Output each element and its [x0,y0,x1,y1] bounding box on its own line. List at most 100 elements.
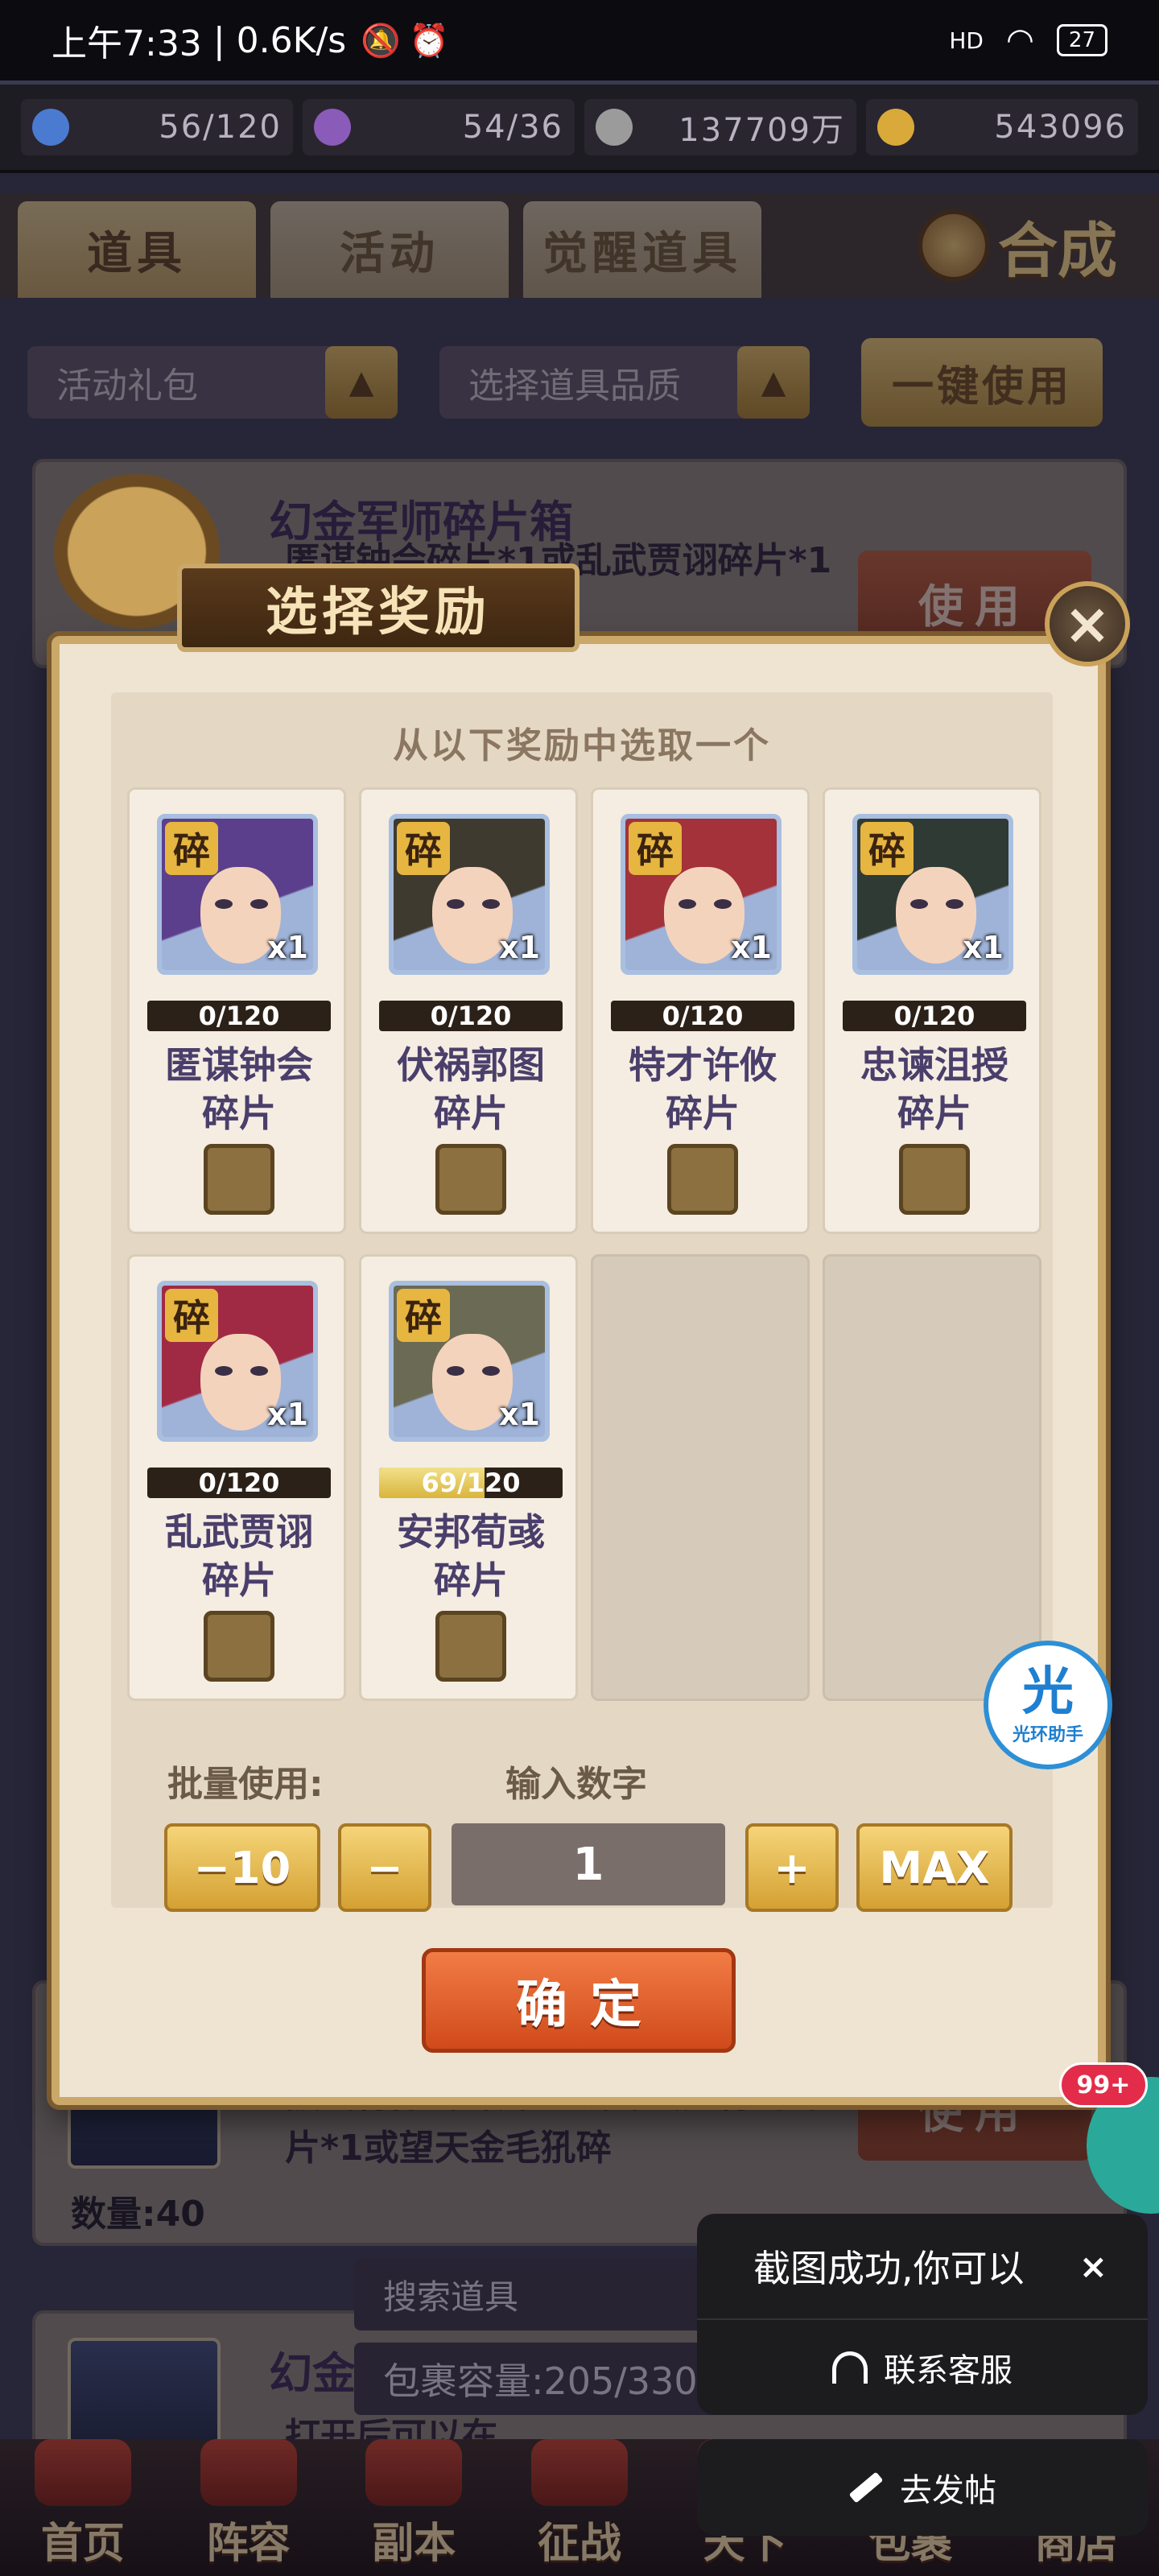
portrait-eye [714,899,732,909]
reward-panel: 从以下奖励中选取一个 碎 x1 0/120 匿谋钟会 碎片 碎 x1 0/120… [111,692,1053,1912]
hero-fragment-name: 特才许攸 碎片 [593,1041,812,1137]
batch-use-label: 批量使用: [167,1764,324,1805]
reward-prompt: 从以下奖励中选取一个 [393,725,771,766]
reward-card[interactable]: 碎 x1 0/120 匿谋钟会 碎片 [127,787,346,1234]
select-checkbox[interactable] [899,1144,970,1215]
empty-slot [823,1254,1041,1701]
hero-portrait: 碎 x1 [852,814,1013,975]
reward-select-dialog: 从以下奖励中选取一个 碎 x1 0/120 匿谋钟会 碎片 碎 x1 0/120… [52,636,1106,2105]
progress-text: 0/120 [430,1001,512,1031]
hero-name: 匿谋钟会 [165,1043,313,1087]
portrait-eye [215,1366,233,1376]
input-number-label: 输入数字 [505,1764,647,1805]
collection-progress: 0/120 [147,1001,331,1031]
battery-icon: 27 [1056,24,1107,56]
portrait-eye [215,899,233,909]
fragment-quantity: x1 [499,930,540,965]
toast-message: 截图成功,你可以 [753,2247,1025,2290]
collection-progress: 0/120 [611,1001,794,1031]
fragment-suffix: 碎片 [202,1092,276,1135]
collection-progress: 0/120 [843,1001,1026,1031]
hero-portrait: 碎 x1 [389,814,550,975]
dialog-title: 选择奖励 [177,564,580,652]
fragment-quantity: x1 [267,1397,308,1432]
fragment-suffix: 碎片 [666,1092,740,1135]
status-separator: | [212,19,225,61]
alarm-icon: ⏰ [409,22,449,60]
portrait-eye [946,899,963,909]
reward-card[interactable]: 碎 x1 0/120 乱武贾诩 碎片 [127,1254,346,1701]
status-bar: 上午7:33 | 0.6K/s 🔕 ⏰ HD ◠ 27 [0,0,1159,80]
reward-card[interactable]: 碎 x1 0/120 伏祸郭图 碎片 [359,787,578,1234]
portrait-eye [482,1366,500,1376]
progress-text: 0/120 [198,1468,280,1498]
halo-assistant-label: 光环助手 [1012,1725,1083,1745]
confirm-button[interactable]: 确定 [422,1948,736,2053]
resource-coin[interactable]: 137709万 [584,99,856,155]
select-checkbox[interactable] [435,1611,506,1682]
halo-assistant-button[interactable]: 光 光环助手 [984,1641,1112,1769]
notification-badge: 99+ [1059,2062,1148,2107]
minus-button[interactable]: − [338,1823,431,1912]
select-checkbox[interactable] [204,1611,274,1682]
hero-name: 特才许攸 [629,1043,777,1087]
progress-text: 0/120 [198,1001,280,1031]
resource-energy[interactable]: 54/36 [303,99,575,155]
collection-progress: 0/120 [147,1468,331,1498]
contact-support-label: 联系客服 [884,2352,1013,2389]
hero-portrait: 碎 x1 [157,1281,318,1442]
fragment-suffix: 碎片 [434,1558,508,1602]
portrait-eye [910,899,928,909]
close-icon[interactable]: × [1079,2247,1107,2286]
collection-progress: 69/120 [379,1468,563,1498]
headset-icon [832,2351,868,2384]
toast-message-row: 截图成功,你可以 × [697,2214,1148,2318]
portrait-eye [482,899,500,909]
hero-name: 伏祸郭图 [397,1043,545,1087]
fragment-badge: 碎 [629,822,682,875]
max-button[interactable]: MAX [856,1823,1013,1912]
pencil-icon [848,2471,884,2504]
reward-card[interactable]: 碎 x1 0/120 忠谏沮授 碎片 [823,787,1041,1234]
halo-assistant-icon: 光 [1022,1662,1074,1722]
select-checkbox[interactable] [435,1144,506,1215]
reward-card[interactable]: 碎 x1 0/120 特才许攸 碎片 [591,787,810,1234]
hero-name: 安邦荀彧 [397,1510,545,1554]
hero-fragment-name: 伏祸郭图 碎片 [361,1041,580,1137]
hero-portrait: 碎 x1 [157,814,318,975]
hero-fragment-name: 乱武贾诩 碎片 [130,1508,349,1604]
hero-fragment-name: 忠谏沮授 碎片 [825,1041,1044,1137]
portrait-eye [447,1366,464,1376]
fragment-badge: 碎 [165,822,218,875]
plus-button[interactable]: + [745,1823,839,1912]
empty-slot [591,1254,810,1701]
resource-stamina[interactable]: 56/120 [21,99,293,155]
progress-text: 69/120 [421,1468,521,1498]
fragment-suffix: 碎片 [434,1092,508,1135]
resource-bar: 56/120 54/36 137709万 543096 [0,85,1159,173]
fragment-badge: 碎 [397,1289,450,1342]
fragment-quantity: x1 [499,1397,540,1432]
collection-progress: 0/120 [379,1001,563,1031]
minus-ten-button[interactable]: −10 [164,1823,320,1912]
hero-fragment-name: 匿谋钟会 碎片 [130,1041,349,1137]
fragment-quantity: x1 [267,930,308,965]
post-label: 去发帖 [900,2472,996,2509]
hero-fragment-name: 安邦荀彧 碎片 [361,1508,580,1604]
resource-gold[interactable]: 543096 [866,99,1138,155]
quantity-input[interactable]: 1 [452,1823,725,1905]
status-time: 上午7:33 [52,23,202,64]
reward-card[interactable]: 碎 x1 69/120 安邦荀彧 碎片 [359,1254,578,1701]
energy-value: 54/36 [462,109,563,146]
post-button[interactable]: 去发帖 [697,2439,1148,2536]
select-checkbox[interactable] [204,1144,274,1215]
gold-value: 543096 [994,109,1127,146]
stamina-value: 56/120 [159,109,282,146]
network-speed: 0.6K/s [236,19,347,61]
fragment-badge: 碎 [397,822,450,875]
contact-support-button[interactable]: 联系客服 [697,2318,1148,2415]
fragment-suffix: 碎片 [897,1092,971,1135]
close-icon[interactable]: × [1045,581,1130,667]
mute-icon: 🔕 [361,22,402,60]
select-checkbox[interactable] [667,1144,738,1215]
